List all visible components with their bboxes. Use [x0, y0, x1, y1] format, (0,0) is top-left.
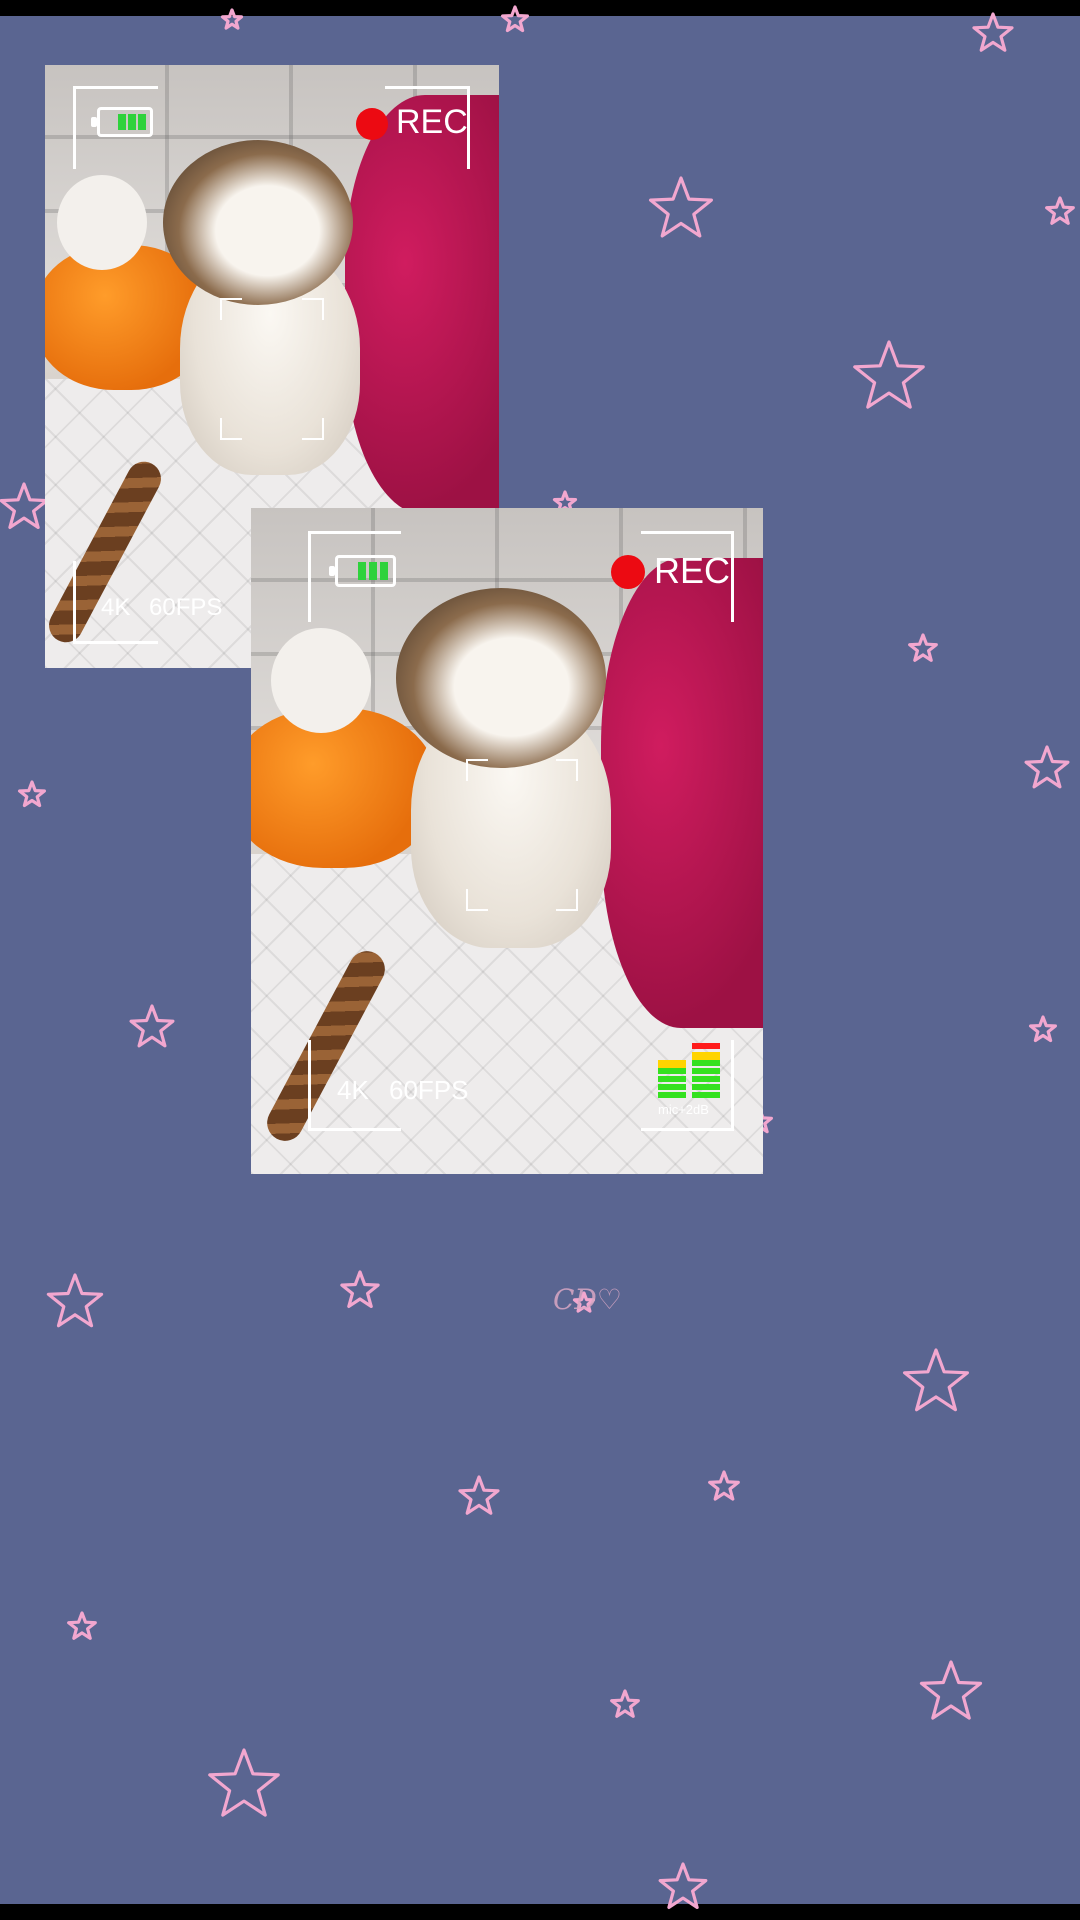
star-icon [208, 1748, 280, 1817]
star-icon [46, 1273, 104, 1328]
star-icon [1024, 745, 1070, 789]
rec-dot-icon [356, 108, 388, 140]
star-icon [648, 176, 714, 238]
star-icon [610, 1689, 640, 1718]
star-icon [67, 1611, 97, 1640]
star-icon [18, 780, 47, 808]
framerate-label: 60FPS [389, 1075, 469, 1105]
battery-icon [329, 555, 396, 587]
star-icon [220, 8, 244, 30]
star-icon [0, 482, 49, 530]
focus-bracket-icon [466, 759, 578, 911]
star-icon [902, 1348, 970, 1412]
star-icon [708, 1470, 740, 1501]
star-icon [853, 340, 925, 409]
audio-meter-icon [658, 1036, 720, 1100]
star-icon [972, 12, 1014, 52]
battery-icon [91, 107, 153, 137]
photo-panel-front: REC 4K 60FPS mic+2dB [251, 508, 763, 1174]
resolution-label: 4K [337, 1075, 369, 1105]
camera-hud-front: REC 4K 60FPS mic+2dB [251, 508, 763, 1174]
star-icon [1045, 196, 1075, 225]
star-icon [458, 1475, 500, 1515]
rec-label: REC [654, 550, 731, 591]
signature-text: CD♡ [553, 1283, 622, 1316]
star-icon [501, 5, 530, 33]
framerate-label: 60FPS [149, 594, 223, 621]
star-icon [1028, 1015, 1058, 1043]
star-icon [658, 1862, 708, 1910]
mic-gain-label: mic+2dB [658, 1102, 709, 1117]
star-icon [919, 1660, 983, 1720]
resolution-label: 4K [101, 594, 131, 621]
star-icon [129, 1004, 175, 1048]
star-icon [340, 1270, 380, 1309]
star-icon [908, 633, 938, 662]
focus-bracket-icon [220, 298, 324, 440]
rec-dot-icon [611, 555, 645, 589]
rec-label: REC [396, 103, 468, 141]
